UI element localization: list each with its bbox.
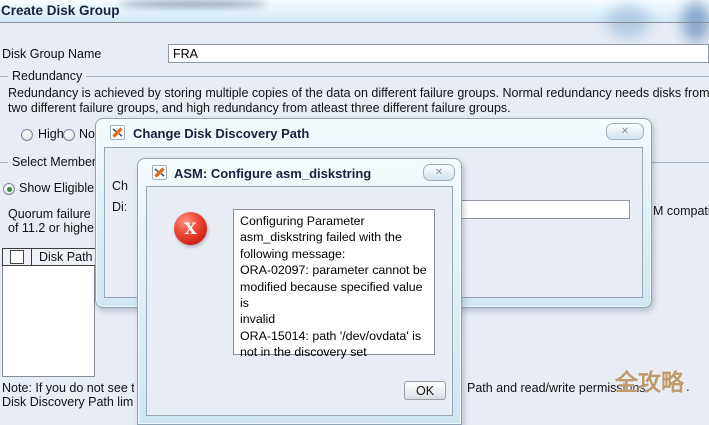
watermark-text: 全攻略: [615, 371, 684, 394]
close-icon[interactable]: ✕: [423, 164, 455, 181]
disk-discovery-path-input[interactable]: [461, 200, 630, 219]
radio-high-label: High: [38, 127, 64, 141]
watermark: 全攻略 .: [615, 371, 690, 394]
disk-group-name-label: Disk Group Name: [2, 47, 101, 61]
radio-show-eligible-label: Show Eligible: [19, 181, 94, 195]
error-message: Configuring Parameter asm_diskstring fai…: [233, 209, 435, 355]
dialog-title: Change Disk Discovery Path: [133, 126, 309, 141]
asm-compatibility-fragment: M compati: [653, 204, 709, 218]
dialog-title: ASM: Configure asm_diskstring: [174, 166, 371, 181]
radio-high[interactable]: [21, 129, 33, 141]
quorum-text-line1: Quorum failure: [8, 207, 94, 221]
disk-discovery-path-label-fragment: Di:: [112, 200, 127, 214]
radio-show-eligible[interactable]: [3, 183, 15, 195]
close-icon[interactable]: ✕: [606, 123, 644, 140]
select-all-checkbox[interactable]: [10, 250, 24, 264]
disk-table-body[interactable]: [2, 266, 95, 377]
disk-group-name-input[interactable]: [168, 44, 709, 63]
select-all-header-cell[interactable]: [2, 248, 32, 266]
select-member-legend: Select Member: [8, 155, 100, 169]
note-period: .: [686, 380, 690, 394]
redundancy-legend: Redundancy: [8, 69, 86, 83]
ok-button[interactable]: OK: [404, 381, 446, 400]
redundancy-description-line1: Redundancy is achieved by storing multip…: [8, 86, 709, 100]
disk-path-header-label: Disk Path: [39, 250, 93, 264]
asm-configure-diskstring-dialog: ASM: Configure asm_diskstring ✕ X Config…: [137, 158, 462, 425]
radio-normal-label: No: [79, 127, 95, 141]
note-line1-left: Note: If you do not see t: [2, 381, 134, 395]
dialog-content-panel: X Configuring Parameter asm_diskstring f…: [146, 186, 453, 416]
oracle-app-icon: [110, 125, 125, 140]
radio-normal[interactable]: [63, 129, 75, 141]
error-icon: X: [174, 212, 207, 245]
title-separator: [0, 22, 709, 23]
window-title: Create Disk Group: [1, 3, 120, 18]
redundancy-group: Redundancy: [0, 76, 709, 77]
oracle-app-icon: [152, 165, 167, 180]
quorum-text-line2: of 11.2 or highe: [8, 221, 94, 235]
redundancy-description-line2: two different failure groups, and high r…: [8, 101, 709, 115]
discovery-label-fragment1: Ch: [112, 179, 128, 193]
